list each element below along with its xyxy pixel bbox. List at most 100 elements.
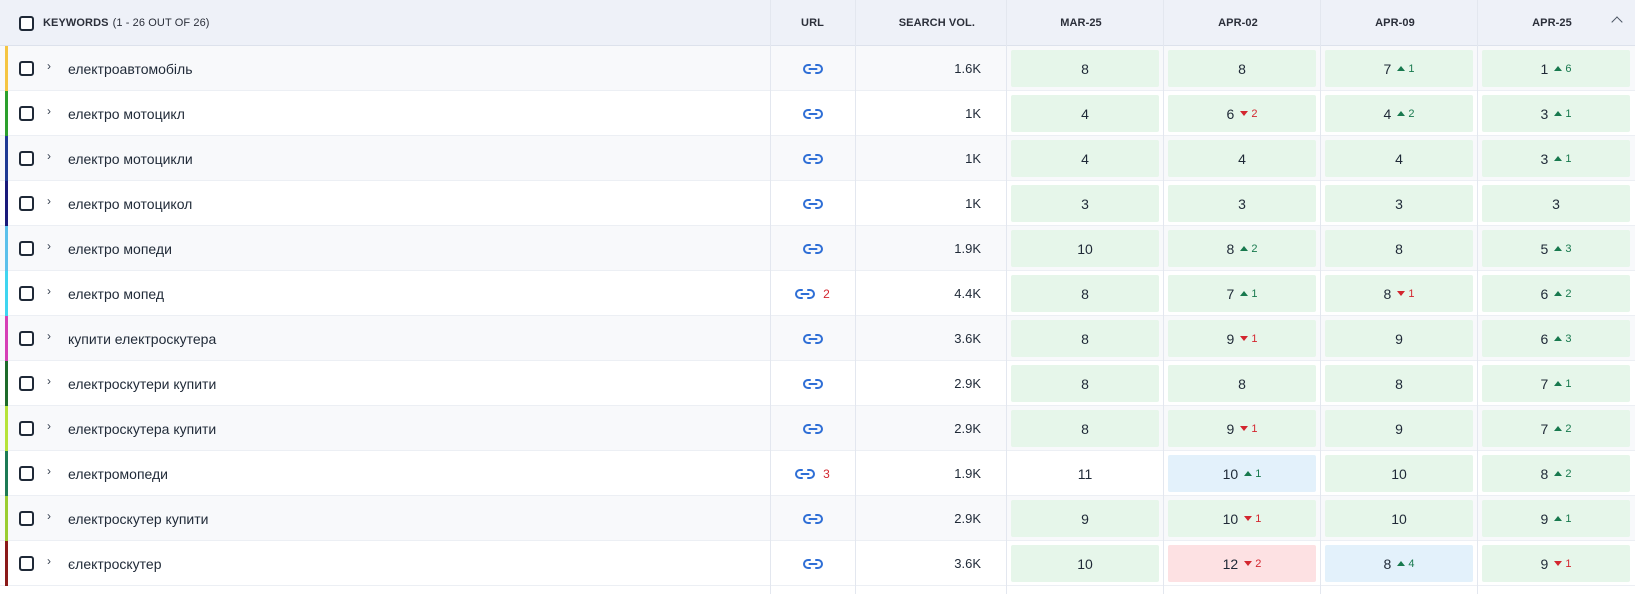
rank-cell[interactable]: 8 [1011, 275, 1159, 312]
rank-cell[interactable]: 3 [1011, 185, 1159, 222]
row-checkbox[interactable] [19, 556, 34, 571]
rank-cell[interactable]: 72 [1482, 410, 1630, 447]
link-icon[interactable] [802, 243, 823, 255]
chevron-right-icon[interactable]: › [47, 149, 51, 163]
rank-cell[interactable]: 9 [1325, 320, 1473, 357]
rank-cell[interactable]: 53 [1482, 230, 1630, 267]
link-icon[interactable] [802, 558, 823, 570]
chevron-right-icon[interactable]: › [47, 104, 51, 118]
link-icon[interactable] [802, 513, 823, 525]
row-checkbox[interactable] [19, 196, 34, 211]
rank-cell[interactable]: 8 [1011, 50, 1159, 87]
rank-cell[interactable]: 91 [1168, 410, 1316, 447]
table-row[interactable]: › електро мотоцикли 1K 4 4 4 3 1 [0, 136, 1635, 181]
chevron-right-icon[interactable]: › [47, 464, 51, 478]
rank-cell[interactable]: 62 [1482, 275, 1630, 312]
rank-cell[interactable]: 4 [1011, 140, 1159, 177]
rank-cell[interactable]: 91 [1482, 545, 1630, 582]
chevron-right-icon[interactable]: › [47, 284, 51, 298]
rank-cell[interactable]: 4 [1325, 140, 1473, 177]
rank-cell[interactable]: 3 [1325, 185, 1473, 222]
keyword-text[interactable]: електро мотоцикли [68, 136, 193, 181]
keyword-text[interactable]: електро мопед [68, 271, 164, 316]
rank-cell[interactable]: 4 [1168, 140, 1316, 177]
link-icon[interactable] [795, 288, 816, 300]
rank-cell[interactable]: 71 [1482, 365, 1630, 402]
chevron-right-icon[interactable]: › [47, 374, 51, 388]
date-column-header-3[interactable]: APR-09 [1321, 0, 1469, 46]
rank-cell[interactable]: 4 [1011, 95, 1159, 132]
rank-cell[interactable]: 81 [1325, 275, 1473, 312]
rank-cell[interactable]: 10 [1325, 455, 1473, 492]
rank-cell[interactable]: 10 [1011, 545, 1159, 582]
rank-cell[interactable]: 82 [1482, 455, 1630, 492]
chevron-right-icon[interactable]: › [47, 329, 51, 343]
rank-cell[interactable]: 71 [1325, 50, 1473, 87]
url-count-badge[interactable]: 3 [823, 467, 830, 481]
table-row[interactable]: › електроавтомобіль 1.6K 8 8 7 1 1 6 [0, 46, 1635, 91]
chevron-right-icon[interactable]: › [47, 194, 51, 208]
row-checkbox[interactable] [19, 466, 34, 481]
link-icon[interactable] [802, 108, 823, 120]
chevron-right-icon[interactable]: › [47, 419, 51, 433]
row-checkbox[interactable] [19, 286, 34, 301]
rank-cell[interactable]: 8 [1011, 410, 1159, 447]
table-row[interactable]: › електро мопед 2 4.4K 8 7 1 8 1 6 2 [0, 271, 1635, 316]
rank-cell[interactable]: 91 [1168, 320, 1316, 357]
date-column-header-4[interactable]: APR-25 [1478, 0, 1626, 46]
rank-cell[interactable]: 3 [1168, 185, 1316, 222]
link-icon[interactable] [795, 468, 816, 480]
url-column-header[interactable]: URL [770, 0, 855, 46]
keyword-text[interactable]: електроскутера купити [68, 406, 216, 451]
rank-cell[interactable]: 71 [1168, 275, 1316, 312]
rank-cell[interactable]: 63 [1482, 320, 1630, 357]
rank-cell[interactable]: 10 1 [1168, 500, 1316, 537]
keyword-text[interactable]: електроскутер купити [68, 496, 208, 541]
rank-cell[interactable]: 11 [1011, 455, 1159, 492]
chevron-right-icon[interactable]: › [47, 239, 51, 253]
rank-cell[interactable]: 84 [1325, 545, 1473, 582]
link-icon[interactable] [802, 198, 823, 210]
keyword-text[interactable]: електро мопеди [68, 226, 172, 271]
link-icon[interactable] [802, 63, 823, 75]
table-row[interactable]: › електро мотоцикол 1K 3 3 3 3 [0, 181, 1635, 226]
rank-cell[interactable]: 3 [1482, 185, 1630, 222]
table-row[interactable]: › електромопеди 3 1.9K 11 10 1 10 8 2 [0, 451, 1635, 496]
rank-cell[interactable]: 31 [1482, 140, 1630, 177]
row-checkbox[interactable] [19, 511, 34, 526]
rank-cell[interactable]: 9 [1325, 410, 1473, 447]
keyword-text[interactable]: єлектроскутер [68, 541, 161, 586]
keyword-text[interactable]: електроавтомобіль [68, 46, 193, 91]
url-count-badge[interactable]: 2 [823, 287, 830, 301]
rank-cell[interactable]: 42 [1325, 95, 1473, 132]
row-checkbox[interactable] [19, 241, 34, 256]
keyword-text[interactable]: електроскутери купити [68, 361, 216, 406]
table-row[interactable]: › єлектроскутер 3.6K 10 12 2 8 4 9 1 [0, 541, 1635, 586]
rank-cell[interactable]: 8 [1011, 320, 1159, 357]
chevron-right-icon[interactable]: › [47, 554, 51, 568]
chevron-right-icon[interactable]: › [47, 509, 51, 523]
keyword-text[interactable]: електро мотоцикол [68, 181, 192, 226]
rank-cell[interactable]: 8 [1325, 365, 1473, 402]
keywords-column-header[interactable]: KEYWORDS (1 - 26 OUT OF 26) [43, 0, 743, 46]
date-column-header-1[interactable]: MAR-25 [1007, 0, 1155, 46]
select-all-checkbox[interactable] [19, 15, 34, 31]
link-icon[interactable] [802, 378, 823, 390]
table-row[interactable]: › електро мотоцикл 1K 4 6 2 4 2 3 1 [0, 91, 1635, 136]
keyword-text[interactable]: купити електроскутера [68, 316, 216, 361]
link-icon[interactable] [802, 333, 823, 345]
table-row[interactable]: › електроскутера купити 2.9K 8 9 1 9 7 2 [0, 406, 1635, 451]
table-row[interactable]: › електро мопеди 1.9K 10 8 2 8 5 3 [0, 226, 1635, 271]
chevron-right-icon[interactable]: › [47, 59, 51, 73]
rank-cell[interactable]: 8 [1325, 230, 1473, 267]
row-checkbox[interactable] [19, 61, 34, 76]
table-row[interactable]: › електроскутери купити 2.9K 8 8 8 7 1 [0, 361, 1635, 406]
row-checkbox[interactable] [19, 151, 34, 166]
rank-cell[interactable]: 9 [1011, 500, 1159, 537]
search-volume-column-header[interactable]: SEARCH VOL. [855, 0, 975, 46]
rank-cell[interactable]: 10 1 [1168, 455, 1316, 492]
row-checkbox[interactable] [19, 421, 34, 436]
rank-cell[interactable]: 12 2 [1168, 545, 1316, 582]
keyword-text[interactable]: електро мотоцикл [68, 91, 185, 136]
table-row[interactable]: › електроскутер купити 2.9K 9 10 1 10 9 1 [0, 496, 1635, 541]
